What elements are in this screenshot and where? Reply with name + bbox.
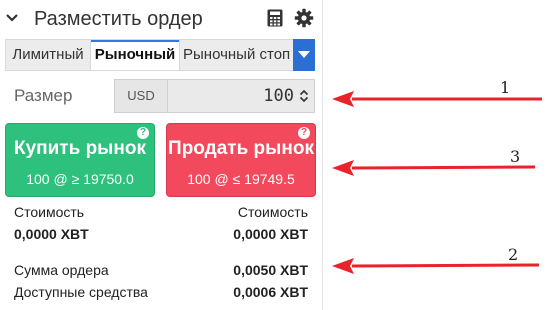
size-input[interactable]: 100 <box>168 80 314 112</box>
available-balance-value: 0,0006 XBT <box>233 284 308 300</box>
buy-cost-label: Стоимость <box>14 204 85 220</box>
gear-icon[interactable] <box>294 8 314 28</box>
tab-market[interactable]: Рыночный <box>90 40 180 70</box>
available-balance-label: Доступные средства <box>14 284 148 300</box>
annotation-number-2: 2 <box>508 245 519 264</box>
size-label: Размер <box>14 86 73 105</box>
sell-button-label: Продать рынок <box>168 138 314 159</box>
annotation-number-3: 3 <box>510 147 521 166</box>
buy-button-label: Купить рынок <box>13 138 146 159</box>
order-type-dropdown-caret-down-icon[interactable] <box>293 39 315 71</box>
buy-cost-value: 0,0000 XBT <box>14 226 89 242</box>
sell-cost-value: 0,0000 XBT <box>233 226 308 242</box>
chevron-down-icon[interactable] <box>5 8 19 28</box>
order-header: Разместить ордер <box>0 0 322 38</box>
sell-market-button[interactable]: ? Продать рынок 100 @ ≤ 19749.5 <box>166 123 316 197</box>
panel-title: Разместить ордер <box>34 8 203 30</box>
order-value-label: Сумма ордера <box>14 262 109 278</box>
order-type-tabs: Лимитный Рыночный Рыночный стоп <box>5 39 315 71</box>
size-input-group: USD 100 <box>114 79 315 113</box>
order-panel: Разместить ордер Лимитный Рыночный Рыноч… <box>0 0 322 310</box>
sell-button-detail: 100 @ ≤ 19749.5 <box>187 171 295 187</box>
size-currency: USD <box>115 80 168 112</box>
annotation-number-1: 1 <box>500 78 511 97</box>
order-value: 0,0050 XBT <box>233 262 308 278</box>
tab-limit[interactable]: Лимитный <box>6 40 90 70</box>
panel-divider <box>322 0 323 310</box>
size-value[interactable]: 100 <box>263 80 294 112</box>
annotation-arrow-3 <box>332 160 536 176</box>
buy-button-detail: 100 @ ≥ 19750.0 <box>26 171 134 187</box>
annotation-arrow-1 <box>332 91 542 107</box>
tab-stop-market[interactable]: Рыночный стоп <box>180 40 295 70</box>
sell-cost-label: Стоимость <box>237 204 308 220</box>
calculator-icon[interactable] <box>267 9 283 27</box>
stepper-icon[interactable] <box>299 89 309 103</box>
buy-market-button[interactable]: ? Купить рынок 100 @ ≥ 19750.0 <box>5 123 155 197</box>
